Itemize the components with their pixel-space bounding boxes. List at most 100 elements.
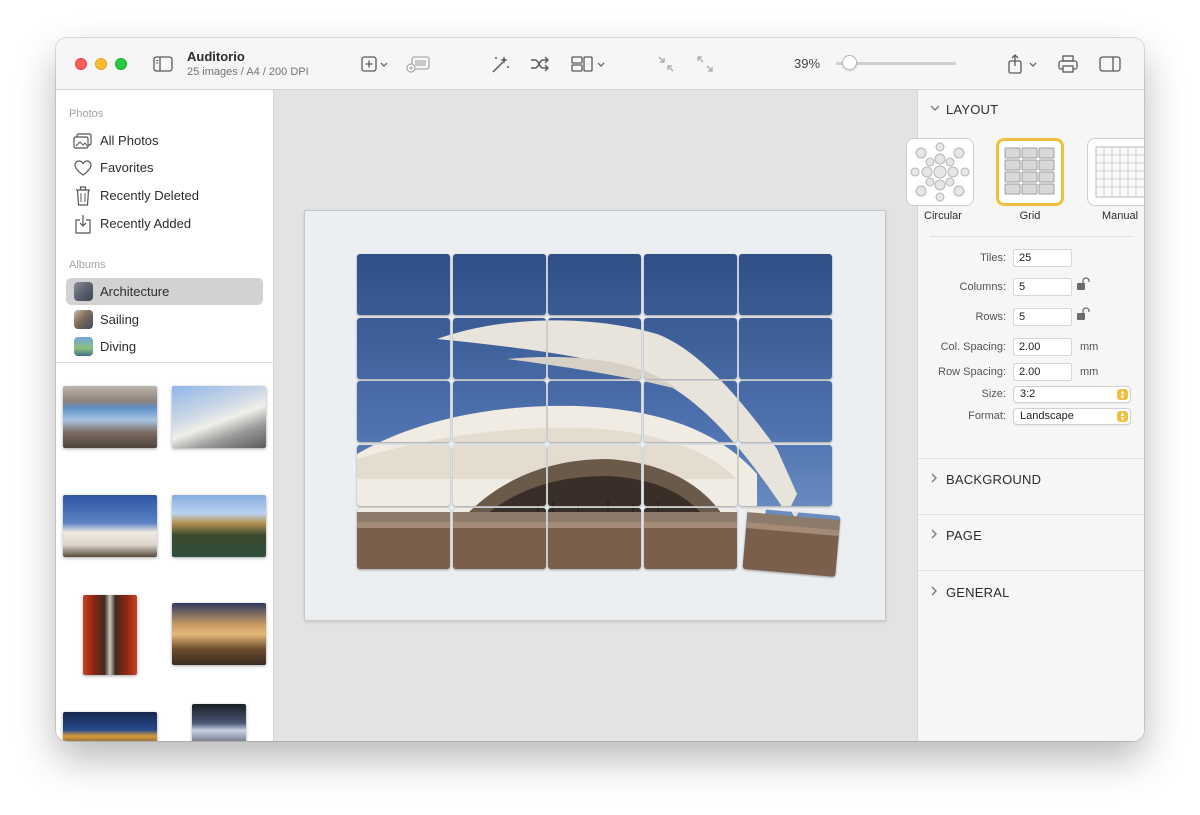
format-popup[interactable]: Landscape ▴ ▾ <box>1013 408 1131 425</box>
size-label: Size: <box>981 388 1006 400</box>
photo-tile[interactable] <box>357 444 450 506</box>
photo-tile[interactable] <box>357 508 450 569</box>
page-section-title: PAGE <box>946 528 982 543</box>
print-icon[interactable] <box>1056 52 1080 76</box>
album-thumbnail <box>72 309 94 331</box>
share-icon[interactable] <box>1006 52 1040 76</box>
photo-tile[interactable] <box>548 254 641 315</box>
general-section-header[interactable]: GENERAL <box>930 585 1010 600</box>
row-spacing-field[interactable]: 2.00 <box>1013 363 1072 381</box>
row-spacing-label: Row Spacing: <box>938 366 1006 378</box>
photo-tile[interactable] <box>357 254 450 315</box>
grid-layout-icon <box>1004 147 1055 195</box>
layout-options-divider <box>930 236 1132 237</box>
photo-tile[interactable] <box>643 508 737 569</box>
background-section-header[interactable]: BACKGROUND <box>930 472 1041 487</box>
magic-wand-icon[interactable] <box>488 52 512 76</box>
photo-thumbnail[interactable] <box>172 386 266 448</box>
collapse-icon[interactable] <box>654 52 678 76</box>
sidebar-item-label: Architecture <box>100 284 170 299</box>
section-divider <box>918 458 1144 459</box>
chevron-right-icon <box>930 529 942 542</box>
layout-option-grid[interactable] <box>996 138 1064 206</box>
zoom-window-button[interactable] <box>115 58 127 70</box>
toolbar: Auditorio 25 images / A4 / 200 DPI 39% <box>56 38 1144 90</box>
photo-thumbnail[interactable] <box>63 712 157 741</box>
photo-tile[interactable] <box>452 508 546 569</box>
photo-thumbnail[interactable] <box>63 495 157 557</box>
photo-tile[interactable] <box>548 508 641 569</box>
app-window: Auditorio 25 images / A4 / 200 DPI 39% P… <box>56 38 1144 741</box>
photo-tile[interactable] <box>643 317 737 379</box>
window-subtitle: 25 images / A4 / 200 DPI <box>187 66 309 78</box>
sidebar-toggle-icon[interactable] <box>152 52 174 76</box>
photo-tile[interactable] <box>739 381 832 442</box>
rows-label: Rows: <box>975 311 1006 323</box>
popup-stepper-icon: ▴ ▾ <box>1117 411 1128 423</box>
photo-tile[interactable] <box>548 381 641 442</box>
layout-option-label: Manual <box>1101 210 1139 222</box>
photo-thumbnail[interactable] <box>63 386 157 448</box>
photo-thumbnail[interactable] <box>172 603 266 665</box>
sidebar-item-recently-deleted[interactable]: Recently Deleted <box>66 182 263 209</box>
add-to-photo-icon[interactable] <box>406 52 432 76</box>
window-title-block: Auditorio 25 images / A4 / 200 DPI <box>187 49 309 78</box>
minimize-window-button[interactable] <box>95 58 107 70</box>
size-popup[interactable]: 3:2 ▴ ▾ <box>1013 386 1131 403</box>
photo-thumbnail[interactable] <box>192 704 246 741</box>
format-label: Format: <box>968 410 1006 422</box>
expand-icon[interactable] <box>693 52 717 76</box>
layout-section-header[interactable]: LAYOUT <box>930 102 998 117</box>
sidebar-item-label: Diving <box>100 339 137 354</box>
sidebar-item-label: Favorites <box>100 160 154 175</box>
sidebar-item-diving[interactable]: Diving <box>66 333 263 360</box>
photo-tile[interactable] <box>739 254 832 315</box>
unlock-icon[interactable] <box>1076 307 1090 326</box>
photo-tile[interactable] <box>742 508 841 577</box>
photo-tile[interactable] <box>452 254 546 315</box>
columns-field[interactable]: 5 <box>1013 278 1072 296</box>
shuffle-icon[interactable] <box>528 52 552 76</box>
photo-tile[interactable] <box>357 317 450 379</box>
sidebar-divider <box>56 362 274 363</box>
sidebar-item-recently-added[interactable]: Recently Added <box>66 210 263 237</box>
layout-option-circular[interactable] <box>906 138 974 206</box>
sidebar-item-label: Recently Deleted <box>100 188 199 203</box>
layout-option-manual[interactable] <box>1087 138 1144 206</box>
chevron-right-icon <box>930 586 942 599</box>
tiles-field[interactable]: 25 <box>1013 249 1072 267</box>
col-spacing-label: Col. Spacing: <box>940 341 1006 353</box>
layout-section-title: LAYOUT <box>946 102 999 117</box>
sidebar-item-favorites[interactable]: Favorites <box>66 154 263 181</box>
photo-tile[interactable] <box>452 317 546 379</box>
album-thumbnail <box>72 336 94 358</box>
photo-tile[interactable] <box>739 317 832 379</box>
layout-icon[interactable] <box>570 52 610 76</box>
col-spacing-unit: mm <box>1080 341 1099 353</box>
rows-field[interactable]: 5 <box>1013 308 1072 326</box>
page-section-header[interactable]: PAGE <box>930 528 982 543</box>
zoom-slider-knob[interactable] <box>842 55 858 70</box>
photo-tile[interactable] <box>739 444 832 506</box>
sidebar-item-architecture[interactable]: Architecture <box>66 278 263 305</box>
photo-thumbnail[interactable] <box>83 595 137 675</box>
photo-tile[interactable] <box>548 444 641 506</box>
photo-tile[interactable] <box>357 381 450 442</box>
photo-tile[interactable] <box>643 381 737 442</box>
col-spacing-field[interactable]: 2.00 <box>1013 338 1072 356</box>
photo-tile[interactable] <box>452 444 546 506</box>
photo-tile[interactable] <box>548 317 641 379</box>
inspector-toggle-icon[interactable] <box>1098 52 1122 76</box>
sidebar-item-sailing[interactable]: Sailing <box>66 306 263 333</box>
unlock-icon[interactable] <box>1076 277 1090 296</box>
photo-tile[interactable] <box>452 381 546 442</box>
sidebar-item-all-photos[interactable]: All Photos <box>66 127 263 154</box>
close-window-button[interactable] <box>75 58 87 70</box>
add-button[interactable] <box>360 52 392 76</box>
photos-section-label: Photos <box>69 108 104 120</box>
sidebar: Photos All Photos Favorites Recently Del… <box>56 90 274 741</box>
background-section-title: BACKGROUND <box>946 472 1042 487</box>
photo-tile[interactable] <box>643 444 737 506</box>
photo-tile[interactable] <box>643 254 737 315</box>
photo-thumbnail[interactable] <box>172 495 266 557</box>
